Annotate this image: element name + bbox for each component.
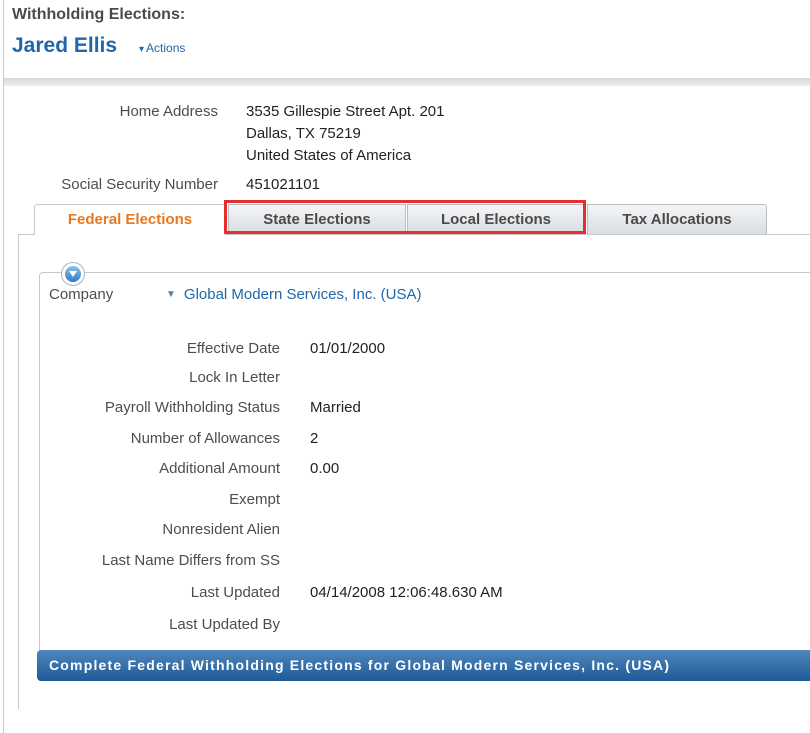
- additional-amount-value: 0.00: [310, 460, 340, 477]
- company-link[interactable]: ▼ Global Modern Services, Inc. (USA): [166, 286, 422, 303]
- worker-name-link[interactable]: Jared Ellis: [12, 34, 117, 58]
- company-label: Company: [49, 286, 114, 303]
- address-line-3: United States of America: [246, 147, 412, 164]
- actions-label: Actions: [146, 41, 186, 55]
- page-header: Withholding Elections: Jared Ellis ▾ Acti…: [4, 0, 810, 78]
- payroll-withholding-status-value: Married: [310, 399, 361, 416]
- ssn-value: 451021101: [246, 176, 320, 193]
- address-line-1: 3535 Gillespie Street Apt. 201: [246, 103, 445, 120]
- actions-menu[interactable]: ▾ Actions: [139, 41, 185, 55]
- federal-elections-card: [39, 272, 810, 666]
- number-of-allowances-label: Number of Allowances: [130, 430, 280, 447]
- home-address-label: Home Address: [119, 103, 218, 120]
- exempt-label: Exempt: [229, 491, 280, 508]
- company-name: Global Modern Services, Inc. (USA): [183, 286, 422, 303]
- effective-date-value: 01/01/2000: [310, 340, 386, 357]
- ssn-label: Social Security Number: [61, 176, 218, 193]
- last-name-differs-label: Last Name Differs from SS: [101, 552, 280, 569]
- collapse-toggle[interactable]: [61, 262, 85, 286]
- address-line-2: Dallas, TX 75219: [246, 125, 361, 142]
- number-of-allowances-value: 2: [310, 430, 319, 447]
- last-updated-by-label: Last Updated By: [169, 616, 280, 633]
- collapse-chevron-icon: [65, 266, 81, 282]
- additional-amount-label: Additional Amount: [159, 460, 280, 477]
- complete-federal-elections-button[interactable]: Complete Federal Withholding Elections f…: [37, 650, 810, 681]
- company-dropdown-icon: ▼: [166, 289, 176, 300]
- effective-date-label: Effective Date: [186, 340, 280, 357]
- header-divider: [4, 78, 810, 86]
- tab-federal-elections[interactable]: Federal Elections: [34, 204, 226, 235]
- last-updated-label: Last Updated: [190, 584, 280, 601]
- payroll-withholding-status-label: Payroll Withholding Status: [104, 399, 280, 416]
- page-title: Withholding Elections:: [12, 6, 186, 23]
- highlight-box: [224, 200, 586, 234]
- tab-tax-allocations[interactable]: Tax Allocations: [587, 204, 767, 234]
- nonresident-alien-label: Nonresident Alien: [162, 521, 280, 538]
- last-updated-value: 04/14/2008 12:06:48.630 AM: [310, 584, 503, 601]
- actions-dropdown-icon: ▾: [139, 44, 145, 55]
- lock-in-letter-label: Lock In Letter: [189, 369, 280, 386]
